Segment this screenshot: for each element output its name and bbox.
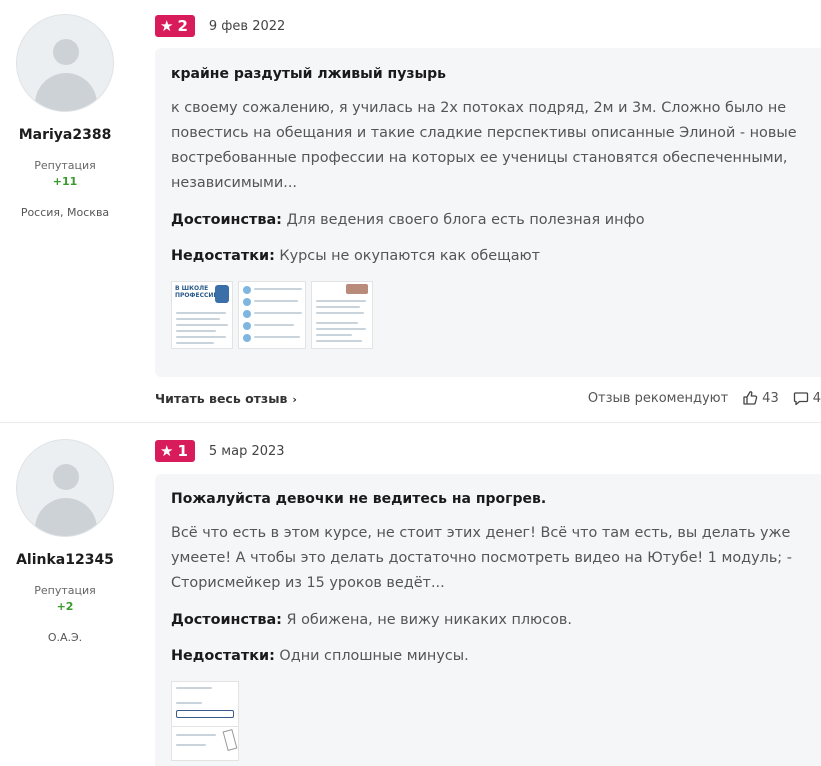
recommend-label: Отзыв рекомендуют	[587, 390, 729, 406]
user-location: О.А.Э.	[47, 631, 83, 644]
cons-text: Одни сплошные минусы.	[279, 648, 469, 664]
review-image-thumbnail[interactable]	[171, 681, 239, 761]
review-card: Пожалуйста девочки не ведитесь на прогре…	[155, 474, 821, 766]
reputation-value: +2	[56, 600, 74, 613]
star-icon: ★	[160, 442, 174, 460]
likes-count: 43	[762, 390, 779, 406]
pros-text: Для ведения своего блога есть полезная и…	[286, 212, 645, 228]
rating-badge: ★ 2	[155, 15, 195, 37]
review-header: ★ 1 5 мар 2023	[155, 438, 285, 464]
avatar[interactable]	[16, 439, 114, 537]
pros-label: Достоинства:	[171, 212, 282, 228]
comments-count: 4	[812, 390, 821, 406]
pros-label: Достоинства:	[171, 612, 282, 628]
review-image-thumbnail[interactable]	[238, 281, 306, 349]
review-header: ★ 2 9 фев 2022	[155, 13, 285, 39]
review-date: 5 мар 2023	[208, 443, 285, 459]
reputation-label: Репутация	[34, 159, 96, 172]
rating-badge: ★ 1	[155, 440, 195, 462]
read-more-link[interactable]: Читать весь отзыв ›	[155, 391, 297, 406]
cons: Недостатки: Одни сплошные минусы.	[171, 648, 821, 664]
review-title[interactable]: Пожалуйста девочки не ведитесь на прогре…	[171, 491, 821, 507]
pros: Достоинства: Я обижена, не вижу никаких …	[171, 612, 821, 628]
avatar[interactable]	[16, 14, 114, 112]
read-more-label: Читать весь отзыв	[155, 390, 288, 406]
comment-button[interactable]: 4	[793, 390, 821, 406]
rating-value: 2	[177, 17, 188, 35]
chevron-right-icon: ›	[292, 392, 297, 406]
like-button[interactable]: 43	[742, 390, 779, 406]
review-divider	[0, 422, 821, 423]
review-image-thumbnail[interactable]	[311, 281, 373, 349]
review-date: 9 фев 2022	[208, 18, 286, 34]
reputation-value: +11	[52, 175, 78, 188]
review-image-thumbnail[interactable]: В ШКОЛЕ ПРОФЕССИЙ	[171, 281, 233, 349]
pros: Достоинства: Для ведения своего блога ес…	[171, 212, 821, 228]
pros-text: Я обижена, не вижу никаких плюсов.	[286, 612, 572, 628]
review-footer: Читать весь отзыв › Отзыв рекомендуют 43 …	[155, 388, 821, 408]
username[interactable]: Mariya2388	[0, 127, 130, 143]
review-text: к своему сожалению, я училась на 2х пото…	[171, 100, 797, 191]
user-location: Россия, Москва	[20, 206, 110, 219]
recommendations: Отзыв рекомендуют 43 4	[588, 390, 821, 406]
review-title[interactable]: крайне раздутый лживый пузырь	[171, 66, 821, 82]
cons: Недостатки: Курсы не окупаются как обеща…	[171, 248, 821, 264]
cons-text: Курсы не окупаются как обещают	[279, 248, 541, 264]
review-author: Alinka12345 Репутация +2 О.А.Э.	[0, 439, 130, 644]
comment-icon	[793, 392, 808, 406]
star-icon: ★	[160, 17, 174, 35]
cons-label: Недостатки:	[171, 648, 275, 664]
review-images: В ШКОЛЕ ПРОФЕССИЙ	[171, 281, 821, 349]
username[interactable]: Alinka12345	[0, 552, 130, 568]
cons-label: Недостатки:	[171, 248, 275, 264]
thumbs-up-icon	[743, 391, 758, 405]
rating-value: 1	[177, 442, 188, 460]
review-card: крайне раздутый лживый пузырь к своему с…	[155, 48, 821, 377]
reputation-label: Репутация	[34, 584, 96, 597]
review-text: Всё что есть в этом курсе, не стоит этих…	[171, 525, 792, 591]
thumbnail-heading: В ШКОЛЕ ПРОФЕССИЙ	[175, 285, 219, 299]
review-author: Mariya2388 Репутация +11 Россия, Москва	[0, 14, 130, 219]
review-images	[171, 681, 821, 761]
